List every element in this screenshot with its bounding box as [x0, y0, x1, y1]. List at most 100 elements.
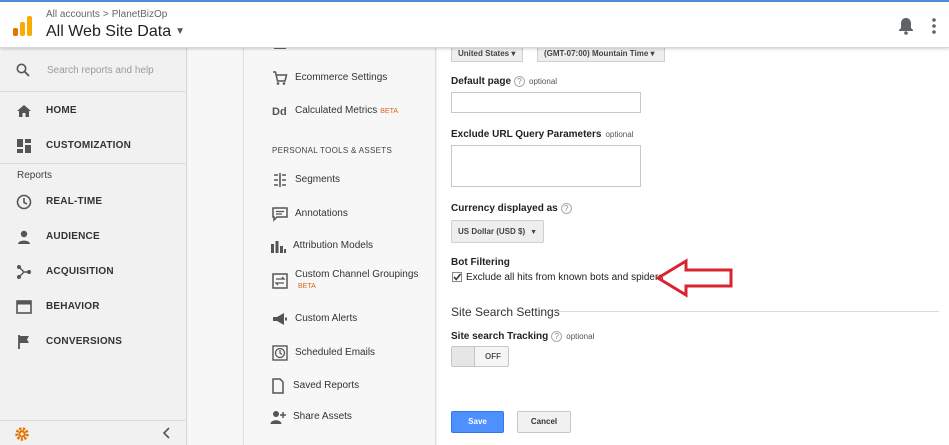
document-icon — [272, 378, 284, 394]
exclude-params-textarea[interactable] — [451, 145, 641, 187]
nav-item-realtime[interactable]: REAL-TIME — [0, 185, 186, 219]
browser-window-icon — [16, 300, 32, 314]
timezone-dropdown[interactable]: (GMT-07:00) Mountain Time ▾ — [537, 48, 665, 62]
admin-item-annotations[interactable]: Annotations — [244, 203, 435, 225]
nav-label-conversions: CONVERSIONS — [46, 336, 123, 347]
caret-down-icon: ▼ — [530, 229, 538, 236]
nav-footer — [0, 420, 186, 445]
admin-label-custom-alerts: Custom Alerts — [295, 313, 358, 324]
add-person-icon — [270, 411, 286, 424]
exclude-params-label: Exclude URL Query Parameters optional — [451, 129, 633, 140]
default-page-text: Default page — [451, 76, 512, 88]
clock-icon — [16, 194, 32, 210]
nav-item-behavior[interactable]: BEHAVIOR — [0, 290, 186, 324]
checkmark-icon — [453, 273, 462, 281]
site-search-tracking-label: Site search Tracking? optional — [451, 331, 594, 342]
caret-down-icon: ▼ — [175, 26, 185, 38]
nav-item-acquisition[interactable]: ACQUISITION — [0, 255, 186, 289]
more-vert-icon[interactable] — [931, 17, 937, 35]
megaphone-icon — [273, 313, 287, 325]
nav-item-home[interactable]: HOME — [0, 94, 186, 128]
admin-label-segments: Segments — [295, 174, 341, 185]
admin-label-share-assets: Share Assets — [293, 411, 352, 422]
timezone-value: (GMT-07:00) Mountain Time — [544, 49, 649, 58]
optional-tag: optional — [605, 130, 634, 139]
nav-item-conversions[interactable]: CONVERSIONS — [0, 325, 186, 359]
account-breadcrumb[interactable]: All accounts > PlanetBizOp — [46, 9, 167, 20]
help-icon[interactable]: ? — [560, 203, 572, 214]
search-input[interactable]: Search reports and help — [47, 65, 154, 76]
country-dropdown[interactable]: United States ▾ — [451, 48, 523, 62]
nav-item-customization[interactable]: CUSTOMIZATION — [0, 129, 186, 163]
admin-item-custom-alerts[interactable]: Custom Alerts — [244, 308, 435, 330]
admin-item-saved-reports[interactable]: Saved Reports — [244, 375, 435, 397]
view-selector[interactable]: All Web Site Data ▼ — [46, 23, 185, 41]
nav-label-home: HOME — [46, 105, 77, 116]
beta-badge: BETA — [380, 108, 399, 115]
admin-item-attribution[interactable]: Attribution Models — [244, 235, 435, 257]
search-box[interactable]: Search reports and help — [0, 48, 186, 92]
bell-icon[interactable] — [898, 17, 914, 35]
admin-label-saved-reports: Saved Reports — [293, 380, 360, 391]
red-arrow-annotation-icon — [655, 258, 733, 298]
save-button[interactable]: Save — [451, 411, 504, 433]
admin-gutter — [188, 48, 242, 445]
bot-filtering-checkbox-label[interactable]: Exclude all hits from known bots and spi… — [466, 272, 663, 283]
admin-item-segments[interactable]: Segments — [244, 169, 435, 191]
default-page-input[interactable] — [451, 92, 641, 113]
site-search-section-title: Site Search Settings — [451, 305, 560, 319]
nav-divider — [0, 163, 186, 164]
search-icon — [16, 63, 30, 77]
collapse-chevron-icon[interactable] — [162, 426, 172, 440]
admin-item-share-assets[interactable]: Share Assets — [244, 406, 435, 428]
channel-grouping-icon — [272, 273, 288, 289]
acquisition-icon — [17, 265, 31, 279]
admin-label-attribution: Attribution Models — [293, 240, 374, 251]
bot-filtering-checkbox[interactable] — [452, 272, 462, 282]
cart-icon — [273, 71, 288, 85]
section-divider — [554, 311, 939, 312]
admin-label-annotations: Annotations — [295, 208, 348, 219]
exclude-params-text: Exclude URL Query Parameters — [451, 129, 602, 140]
optional-tag: optional — [529, 77, 558, 87]
site-search-toggle[interactable]: OFF — [451, 346, 509, 367]
admin-section-personal-tools: PERSONAL TOOLS & ASSETS — [272, 146, 393, 155]
view-title: All Web Site Data — [46, 23, 172, 40]
admin-item-scheduled-emails[interactable]: Scheduled Emails — [244, 342, 435, 364]
breadcrumb-account: PlanetBizOp — [111, 9, 168, 20]
gear-icon[interactable] — [14, 426, 30, 442]
help-icon[interactable]: ? — [551, 331, 563, 342]
view-settings-panel: United States ▾ (GMT-07:00) Mountain Tim… — [437, 48, 949, 445]
app-header: All accounts > PlanetBizOp All Web Site Da… — [0, 2, 949, 48]
admin-label-custom-channel-groupings: Custom Channel Groupings — [295, 269, 419, 280]
beta-badge: BETA — [298, 283, 316, 290]
toggle-knob[interactable] — [452, 347, 475, 366]
svg-text:Dd: Dd — [272, 106, 287, 118]
analytics-logo-icon[interactable] — [13, 16, 33, 36]
dashboard-icon — [17, 139, 31, 153]
channel-settings-icon — [274, 48, 286, 49]
bot-filtering-label: Bot Filtering — [451, 257, 510, 268]
currency-value: US Dollar (USD $) — [458, 227, 526, 236]
cancel-button[interactable]: Cancel — [517, 411, 571, 433]
admin-item-ecommerce[interactable]: Ecommerce Settings — [244, 67, 435, 89]
toggle-state: OFF — [485, 352, 501, 361]
flag-icon — [18, 335, 29, 349]
nav-item-audience[interactable]: AUDIENCE — [0, 220, 186, 254]
breadcrumb-root: All accounts — [46, 9, 100, 20]
dd-icon: Dd — [272, 106, 287, 118]
currency-label: Currency displayed as? — [451, 203, 572, 214]
nav-label-acquisition: ACQUISITION — [46, 266, 114, 277]
default-page-label: Default page? optional — [451, 76, 557, 87]
currency-select[interactable]: US Dollar (USD $) ▼ — [451, 220, 545, 243]
country-value: United States — [458, 49, 510, 58]
admin-item-custom-channel-groupings[interactable]: Custom Channel Groupings BETA — [244, 264, 435, 298]
admin-item-calculated-metrics[interactable]: Dd Calculated Metrics BETA — [244, 100, 435, 122]
nav-label-realtime: REAL-TIME — [46, 196, 103, 207]
admin-label-scheduled-emails: Scheduled Emails — [295, 347, 376, 358]
optional-tag: optional — [566, 332, 595, 342]
help-icon[interactable]: ? — [514, 76, 526, 87]
nav-section-reports: Reports — [17, 170, 53, 181]
calculated-metrics-text: Calculated Metrics — [295, 105, 378, 116]
admin-item-channel-settings-partial[interactable] — [244, 48, 435, 62]
